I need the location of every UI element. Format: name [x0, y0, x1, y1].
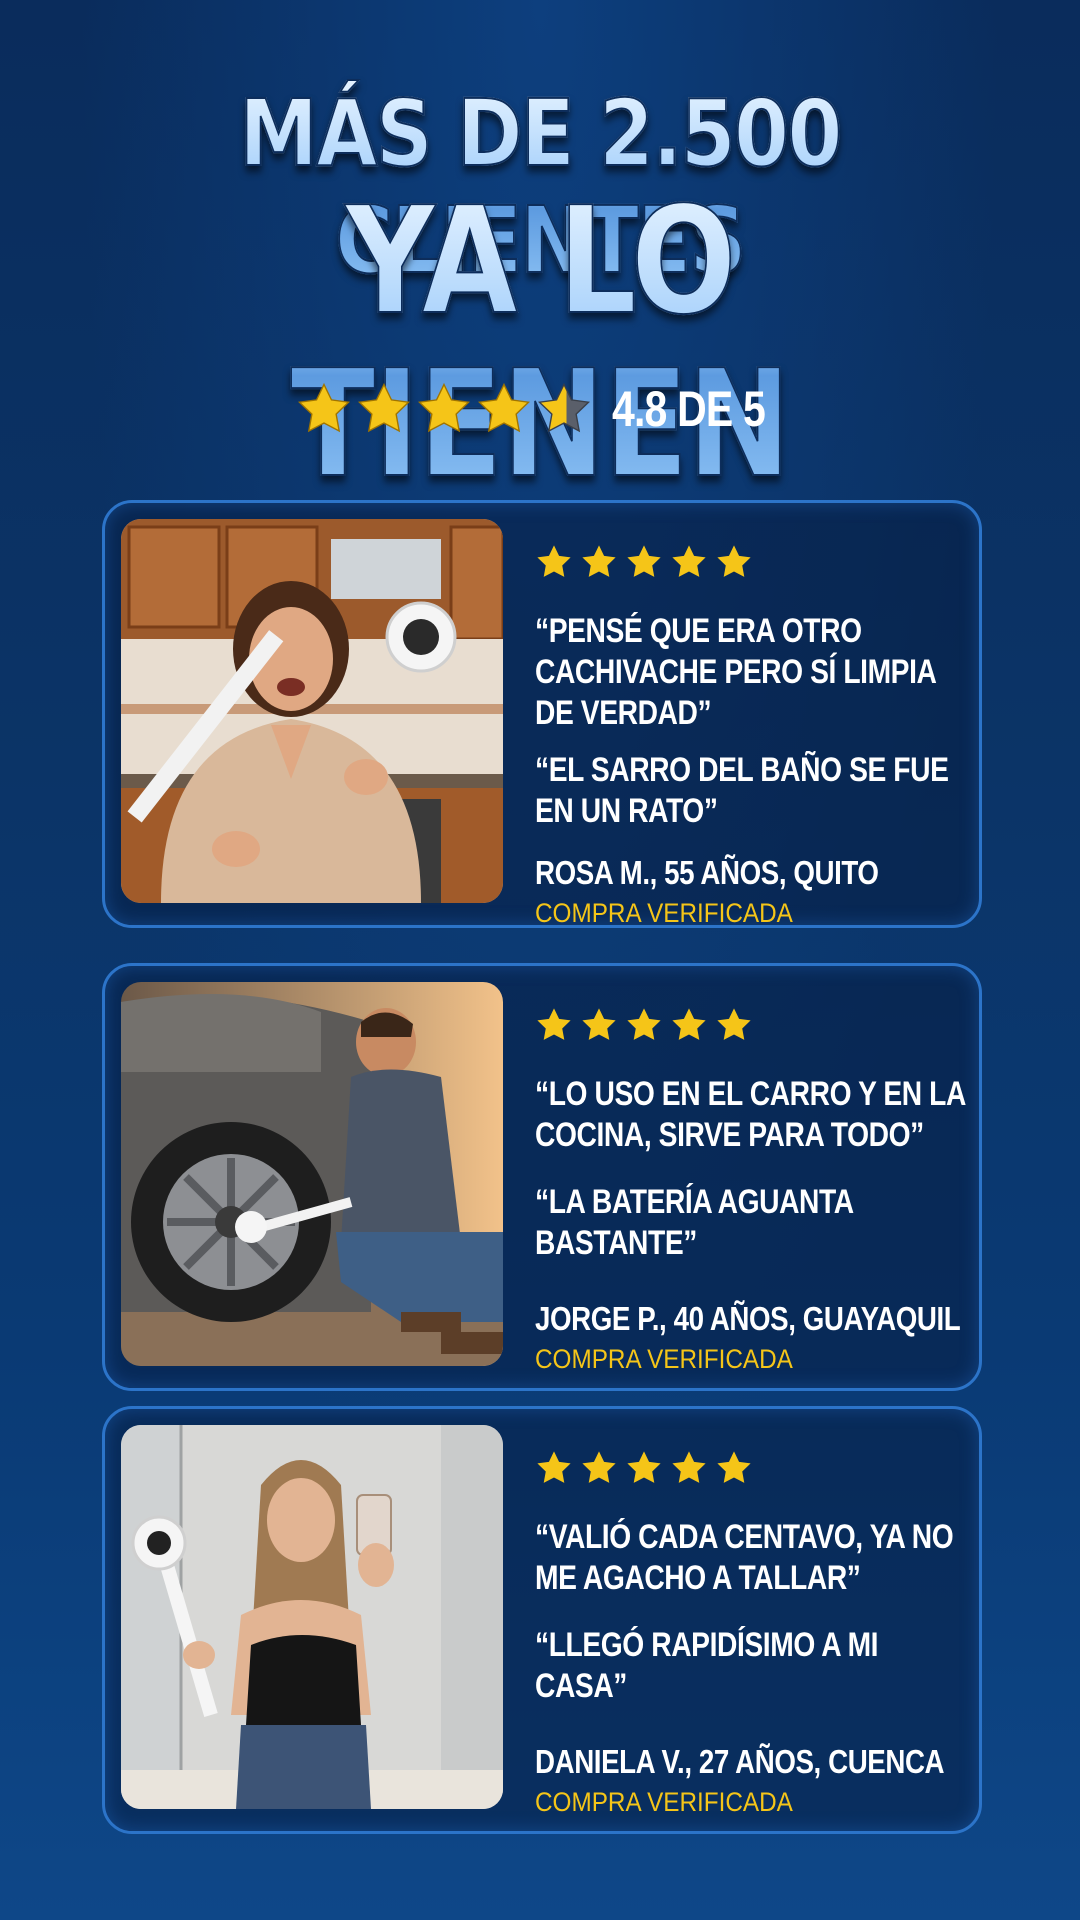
star-icon	[535, 543, 573, 581]
review-quote: “EL SARRO DEL BAÑO SE FUE EN UN RATO”	[535, 751, 949, 830]
star-icon	[296, 381, 352, 437]
review-quote: “LA BATERÍA AGUANTA BASTANTE”	[535, 1183, 853, 1262]
review-stars	[535, 1449, 965, 1487]
star-icon	[670, 543, 708, 581]
review-author: JORGE P., 40 AÑOS, GUAYAQUIL	[535, 1300, 961, 1337]
review-stars	[535, 543, 965, 581]
star-icon	[476, 381, 532, 437]
star-icon	[715, 543, 753, 581]
star-icon	[625, 543, 663, 581]
review-quote: “LLEGÓ RAPIDÍSIMO A MI CASA”	[535, 1626, 879, 1705]
star-icon	[580, 1449, 618, 1487]
review-card: “LO USO EN EL CARRO Y EN LA COCINA, SIRV…	[102, 963, 982, 1391]
review-photo-kitchen	[121, 519, 503, 903]
star-icon	[356, 381, 412, 437]
star-icon	[535, 1006, 573, 1044]
review-quote: “VALIÓ CADA CENTAVO, YA NO ME AGACHO A T…	[535, 1518, 954, 1597]
star-icon	[715, 1006, 753, 1044]
review-author: DANIELA V., 27 AÑOS, CUENCA	[535, 1743, 945, 1780]
star-icon	[715, 1449, 753, 1487]
verified-badge: COMPRA VERIFICADA	[535, 1344, 793, 1374]
rating-text: 4.8 DE 5	[612, 381, 766, 437]
review-photo-bathroom	[121, 1425, 503, 1809]
review-card: “VALIÓ CADA CENTAVO, YA NO ME AGACHO A T…	[102, 1406, 982, 1834]
star-icon	[670, 1006, 708, 1044]
verified-badge: COMPRA VERIFICADA	[535, 898, 793, 928]
review-photo-car	[121, 982, 503, 1366]
overall-rating: 4.8 DE 5	[296, 380, 799, 438]
review-author: ROSA M., 55 AÑOS, QUITO	[535, 854, 879, 891]
headline-line-2: YA LO TIENEN	[86, 179, 993, 506]
star-icon	[625, 1006, 663, 1044]
review-card: “PENSÉ QUE ERA OTRO CACHIVACHE PERO SÍ L…	[102, 500, 982, 928]
review-stars	[535, 1006, 965, 1044]
star-icon	[580, 543, 618, 581]
star-icon	[625, 1449, 663, 1487]
partial-star-icon	[536, 381, 592, 437]
review-quote: “PENSÉ QUE ERA OTRO CACHIVACHE PERO SÍ L…	[535, 612, 936, 732]
review-quote: “LO USO EN EL CARRO Y EN LA COCINA, SIRV…	[535, 1075, 965, 1154]
verified-badge: COMPRA VERIFICADA	[535, 1787, 793, 1817]
star-icon	[416, 381, 472, 437]
star-icon	[670, 1449, 708, 1487]
star-icon	[580, 1006, 618, 1044]
star-icon	[535, 1449, 573, 1487]
